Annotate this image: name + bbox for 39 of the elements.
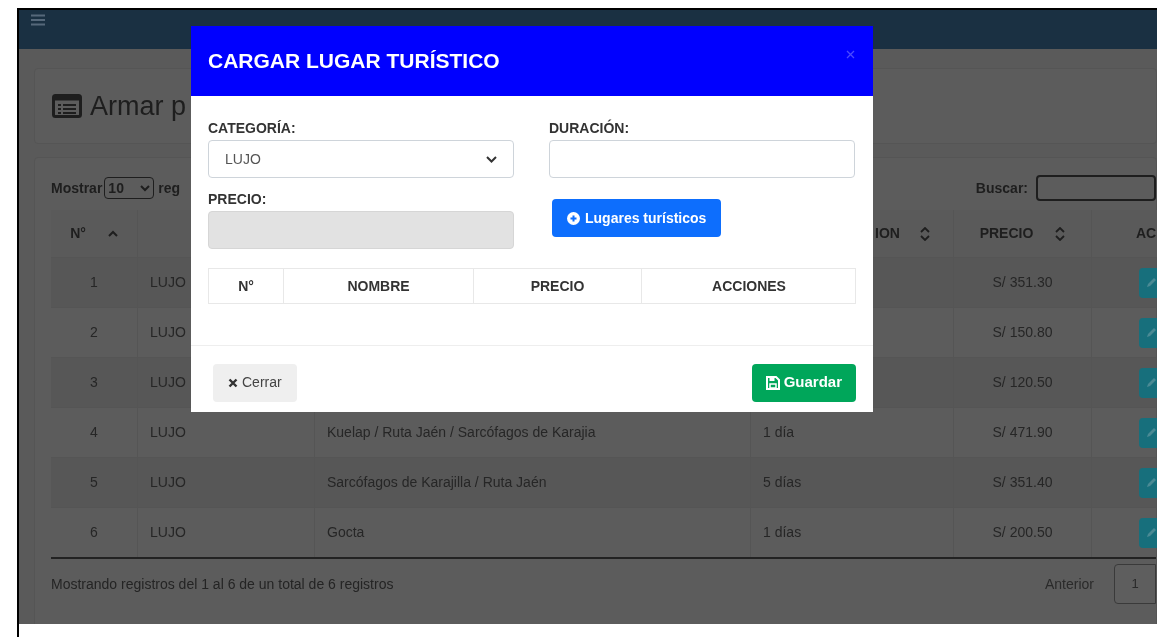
close-icon[interactable] (846, 50, 855, 59)
close-icon (228, 377, 238, 388)
pencil-icon (1145, 426, 1157, 439)
list-icon (52, 94, 82, 118)
column-header[interactable]: N° (70, 223, 86, 244)
length-label: Mostrar (51, 178, 103, 198)
category-select[interactable]: LUJO (208, 140, 514, 178)
search-field[interactable] (1036, 175, 1156, 201)
close-button[interactable]: Cerrar (213, 363, 297, 402)
pencil-icon (1145, 276, 1157, 289)
column-header[interactable]: ION (875, 223, 900, 244)
pencil-icon (1145, 326, 1157, 339)
page-length-select[interactable]: 10 (104, 177, 155, 199)
chevron-down-icon (140, 184, 151, 192)
column-header[interactable]: PRECIO (979, 223, 1034, 244)
search-label: Buscar: (975, 178, 1028, 198)
length-suffix: reg (158, 178, 181, 198)
plus-circle-icon (567, 211, 580, 225)
column-header: N° (209, 269, 284, 303)
input-field[interactable] (549, 140, 855, 178)
field-label: DURACIÓN: (549, 118, 631, 137)
column-header[interactable]: AC (1136, 223, 1157, 244)
sort-icon (1055, 226, 1066, 241)
modal-title: CARGAR LUGAR TURÍSTICO (208, 48, 500, 75)
save-button[interactable]: Guardar (751, 363, 856, 402)
field-label: CATEGORÍA: (208, 119, 297, 137)
column-header: PRECIO (474, 269, 642, 303)
pencil-icon (1145, 476, 1157, 489)
add-places-button[interactable]: Lugares turísticos (552, 199, 722, 237)
menu-icon[interactable] (31, 14, 45, 26)
sort-icon (919, 226, 930, 241)
chevron-down-icon (486, 155, 497, 163)
column-header: NOMBRE (284, 269, 474, 303)
pencil-icon (1145, 526, 1157, 539)
page-title: Armar p (90, 89, 187, 123)
sort-up-icon (107, 230, 118, 237)
pencil-icon (1145, 376, 1157, 389)
column-header: ACCIONES (711, 276, 787, 296)
field-label: PRECIO: (208, 190, 268, 208)
